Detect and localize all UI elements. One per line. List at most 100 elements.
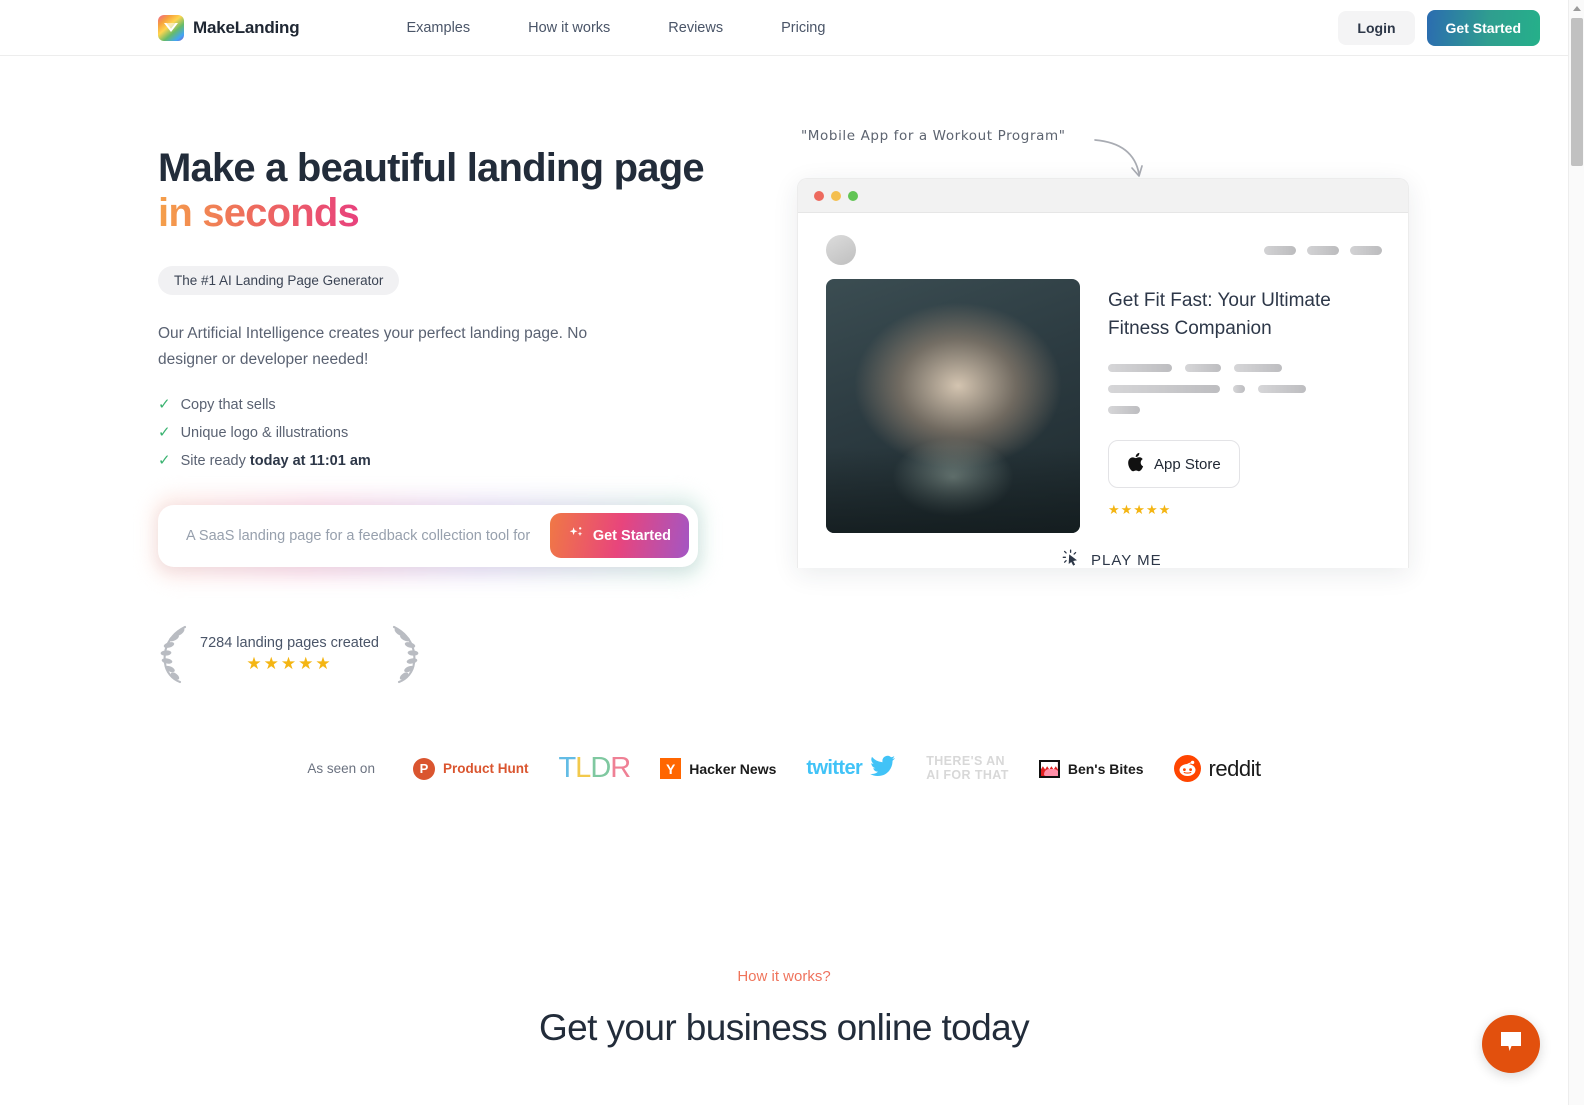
headline-line-2: in seconds bbox=[158, 190, 360, 235]
reddit-icon bbox=[1173, 755, 1201, 782]
prompt-input[interactable]: A SaaS landing page for a feedback colle… bbox=[186, 528, 550, 544]
preview-nav-placeholders bbox=[1264, 245, 1382, 255]
brand-logo[interactable]: MakeLanding bbox=[158, 15, 300, 41]
check-icon: ✓ bbox=[158, 396, 171, 414]
logo-hacker-news[interactable]: Y Hacker News bbox=[660, 758, 776, 779]
scroll-up-arrow-icon[interactable] bbox=[1569, 0, 1584, 16]
checklist-label-bold: today at 11:01 am bbox=[249, 452, 371, 469]
how-it-works-title: Get your business online today bbox=[538, 1007, 1030, 1048]
header-actions: Login Get Started bbox=[1338, 10, 1540, 46]
how-it-works-section: How it works? Get your business online t… bbox=[0, 968, 1568, 1049]
twitter-label: twitter bbox=[806, 757, 863, 779]
as-seen-on-label: As seen on bbox=[307, 761, 375, 776]
laurel-right-icon bbox=[387, 623, 421, 690]
social-proof: 7284 landing pages created ★★★★★ bbox=[158, 623, 758, 690]
rating-stars: ★★★★★ bbox=[246, 654, 333, 674]
apple-icon bbox=[1127, 452, 1144, 476]
headline-line-1: Make a beautiful landing page bbox=[158, 146, 705, 190]
skeleton-bar bbox=[1234, 364, 1282, 373]
taift-line-2: AI FOR THAT bbox=[926, 767, 1009, 782]
nav-pill-placeholder bbox=[1307, 245, 1339, 255]
nav-item-examples[interactable]: Examples bbox=[377, 20, 499, 36]
skeleton-row bbox=[1108, 406, 1382, 415]
checklist-label: Copy that sells bbox=[180, 396, 276, 413]
reddit-label: reddit bbox=[1208, 755, 1262, 781]
prompt-box: A SaaS landing page for a feedback colle… bbox=[158, 504, 698, 567]
checklist-label: Site ready today at 11:01 am bbox=[180, 452, 371, 469]
nav-pill-placeholder bbox=[1264, 245, 1296, 255]
avatar bbox=[826, 235, 856, 265]
feature-checklist: ✓ Copy that sells ✓ Unique logo & illust… bbox=[158, 391, 758, 475]
preview-skeleton-text bbox=[1108, 364, 1382, 415]
as-seen-on-strip: As seen on P Product Hunt TLDR Y Hacker … bbox=[0, 752, 1568, 785]
skeleton-bar bbox=[1258, 385, 1306, 394]
list-item: ✓ Site ready today at 11:01 am bbox=[158, 447, 758, 475]
hero-section: Make a beautiful landing page in seconds… bbox=[0, 56, 1584, 690]
social-proof-text: 7284 landing pages created ★★★★★ bbox=[196, 635, 383, 677]
window-minimize-dot[interactable] bbox=[831, 190, 841, 201]
logo-reddit[interactable]: reddit bbox=[1173, 755, 1262, 782]
nav-item-reviews[interactable]: Reviews bbox=[639, 20, 752, 36]
twitter-bird-icon bbox=[870, 755, 896, 782]
play-me-label: PLAY ME bbox=[1091, 552, 1162, 569]
list-item: ✓ Copy that sells bbox=[158, 391, 758, 419]
chevron-logo-icon bbox=[158, 15, 184, 41]
cta-label: Get Started bbox=[592, 527, 671, 544]
logo-product-hunt[interactable]: P Product Hunt bbox=[412, 757, 529, 780]
status-badge: The #1 AI Landing Page Generator bbox=[158, 265, 400, 295]
skeleton-bar bbox=[1185, 364, 1221, 373]
tldr-letter-r: R bbox=[610, 752, 631, 784]
check-icon: ✓ bbox=[158, 424, 171, 442]
play-me-button[interactable]: PLAY ME bbox=[1061, 548, 1162, 573]
preview-annotation: "Mobile App for a Workout Program" bbox=[801, 128, 1066, 144]
hero-left-column: Make a beautiful landing page in seconds… bbox=[152, 134, 758, 690]
login-button[interactable]: Login bbox=[1338, 11, 1415, 45]
list-item: ✓ Unique logo & illustrations bbox=[158, 419, 758, 447]
page-scrollbar[interactable] bbox=[1568, 0, 1584, 1105]
laurel-left-icon bbox=[158, 623, 192, 690]
pages-created-count: 7284 landing pages created bbox=[200, 635, 379, 652]
product-hunt-icon: P bbox=[412, 757, 435, 780]
preview-content: Get Fit Fast: Your Ultimate Fitness Comp… bbox=[798, 265, 1408, 533]
site-header: MakeLanding Examples How it works Review… bbox=[0, 0, 1568, 56]
app-store-label: App Store bbox=[1154, 455, 1221, 473]
window-close-dot[interactable] bbox=[814, 190, 824, 201]
tldr-letter-t: T bbox=[558, 752, 576, 784]
check-icon: ✓ bbox=[158, 452, 171, 470]
app-store-button[interactable]: App Store bbox=[1108, 440, 1240, 489]
tldr-letter-d: D bbox=[590, 752, 611, 784]
main-nav: Examples How it works Reviews Pricing bbox=[377, 20, 854, 36]
bens-bites-icon bbox=[1038, 759, 1060, 778]
get-started-cta-button[interactable]: Get Started bbox=[549, 513, 689, 559]
get-started-header-button[interactable]: Get Started bbox=[1426, 10, 1540, 46]
page-title: Make a beautiful landing page in seconds bbox=[158, 146, 758, 236]
logo-bens-bites[interactable]: Ben's Bites bbox=[1038, 759, 1144, 778]
brand-name: MakeLanding bbox=[193, 18, 300, 37]
chat-widget-button[interactable] bbox=[1482, 1015, 1540, 1073]
preview-copy-column: Get Fit Fast: Your Ultimate Fitness Comp… bbox=[1108, 279, 1382, 533]
chat-bubble-icon bbox=[1498, 1030, 1524, 1059]
hero-description: Our Artificial Intelligence creates your… bbox=[158, 324, 588, 368]
nav-pill-placeholder bbox=[1350, 245, 1382, 255]
click-cursor-icon bbox=[1061, 548, 1081, 573]
product-hunt-label: Product Hunt bbox=[442, 761, 529, 776]
nav-item-pricing[interactable]: Pricing bbox=[752, 20, 854, 36]
taift-line-1: THERE'S AN bbox=[926, 754, 1005, 768]
skeleton-row bbox=[1108, 385, 1382, 394]
logo-theres-an-ai-for-that[interactable]: THERE'S AN AI FOR THAT bbox=[926, 754, 1009, 782]
nav-item-how-it-works[interactable]: How it works bbox=[499, 20, 639, 36]
scrollbar-thumb[interactable] bbox=[1571, 18, 1583, 166]
skeleton-bar bbox=[1233, 385, 1245, 394]
preview-rating-stars: ★★★★★ bbox=[1108, 502, 1172, 518]
logo-tldr[interactable]: TLDR bbox=[558, 752, 631, 785]
skeleton-row bbox=[1108, 364, 1382, 373]
window-maximize-dot[interactable] bbox=[848, 190, 858, 201]
bens-bites-label: Ben's Bites bbox=[1067, 760, 1144, 777]
hacker-news-icon: Y bbox=[660, 758, 682, 779]
how-it-works-kicker: How it works? bbox=[0, 968, 1568, 985]
checklist-label: Unique logo & illustrations bbox=[180, 424, 349, 441]
skeleton-bar bbox=[1108, 406, 1140, 415]
skeleton-bar bbox=[1108, 385, 1220, 394]
logo-twitter[interactable]: twitter bbox=[806, 755, 896, 782]
hacker-news-label: Hacker News bbox=[689, 760, 777, 777]
